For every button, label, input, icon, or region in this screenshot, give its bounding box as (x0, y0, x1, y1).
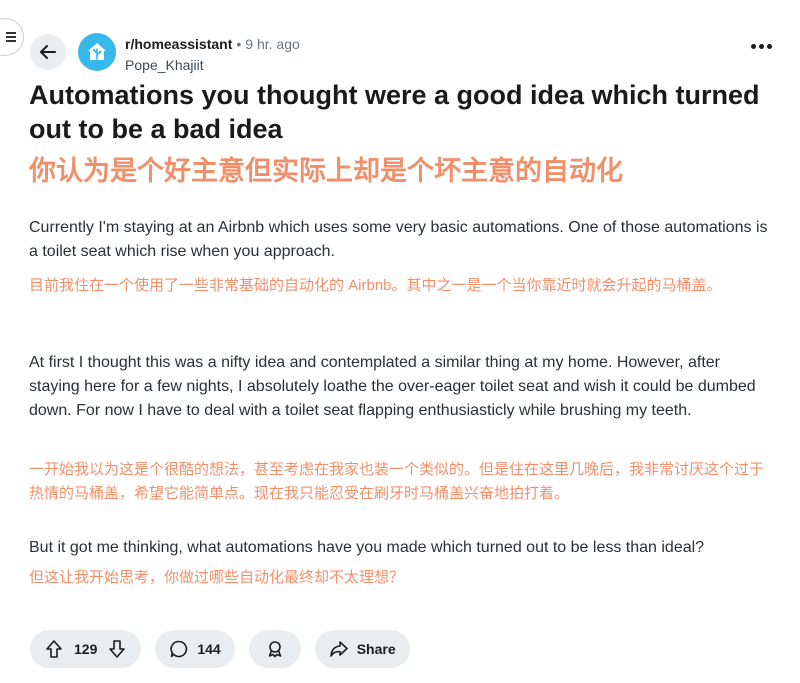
post-paragraph-2: At first I thought this was a nifty idea… (29, 354, 756, 419)
post-paragraph-3: But it got me thinking, what automations… (29, 539, 705, 556)
subreddit-avatar[interactable] (78, 33, 116, 71)
more-options-button[interactable] (751, 44, 772, 49)
comment-count: 144 (197, 641, 221, 657)
award-icon (268, 641, 282, 658)
back-button[interactable] (30, 34, 66, 70)
hamburger-menu-icon (6, 30, 16, 44)
meta-separator: • (236, 36, 242, 52)
post-title-translation: 你认为是个好主意但实际上却是个坏主意的自动化 (29, 156, 623, 186)
home-assistant-logo (88, 43, 106, 60)
arrow-down-icon[interactable] (107, 639, 127, 659)
more-horizontal-icon (751, 44, 772, 49)
vote-count: 129 (74, 641, 98, 657)
share-button[interactable]: Share (314, 630, 410, 668)
author-name[interactable]: Pope_Khajiit (125, 56, 300, 74)
post-paragraph-1-translation: 目前我住在一个使用了一些非常基础的自动化的 Airbnb。其中之一是一个当你靠近… (29, 277, 722, 294)
arrow-up-icon[interactable] (44, 639, 64, 659)
post-meta: r/homeassistant • 9 hr. ago Pope_Khajiit (125, 35, 300, 74)
post-actions: 129 144 Share (30, 630, 410, 668)
vote-bar: 129 (30, 630, 142, 668)
award-button[interactable] (248, 630, 301, 668)
post-paragraph-3-translation: 但这让我开始思考，你做过哪些自动化最终却不太理想？ (29, 569, 405, 586)
share-label: Share (356, 641, 396, 657)
post-title: Automations you thought were a good idea… (29, 80, 760, 144)
post-paragraph-2-translation: 一开始我以为这是个很酷的想法，甚至考虑在我家也装一个类似的。但是住在这里几晚后，… (29, 461, 765, 502)
comment-bubble-icon (170, 640, 188, 658)
menu-button[interactable] (0, 18, 24, 56)
comments-button[interactable]: 144 (155, 630, 235, 668)
arrow-left-icon (40, 45, 56, 59)
subreddit-name[interactable]: r/homeassistant (125, 36, 232, 52)
share-arrow-icon (329, 641, 348, 657)
post-paragraph-1: Currently I'm staying at an Airbnb which… (29, 219, 768, 260)
post-time: 9 hr. ago (245, 36, 300, 52)
